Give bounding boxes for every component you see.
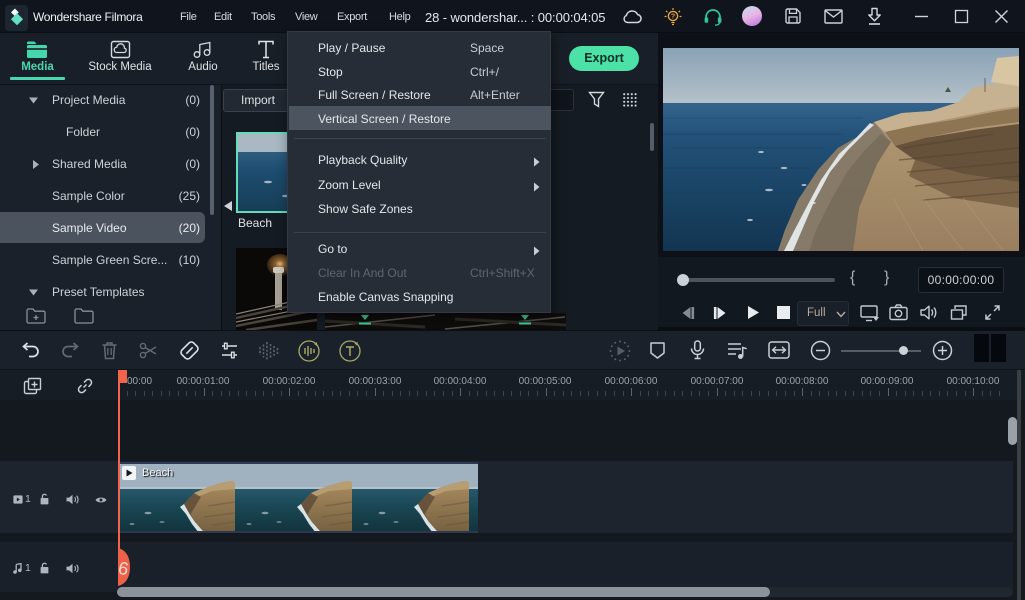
svg-text:?: ? [671,14,675,21]
